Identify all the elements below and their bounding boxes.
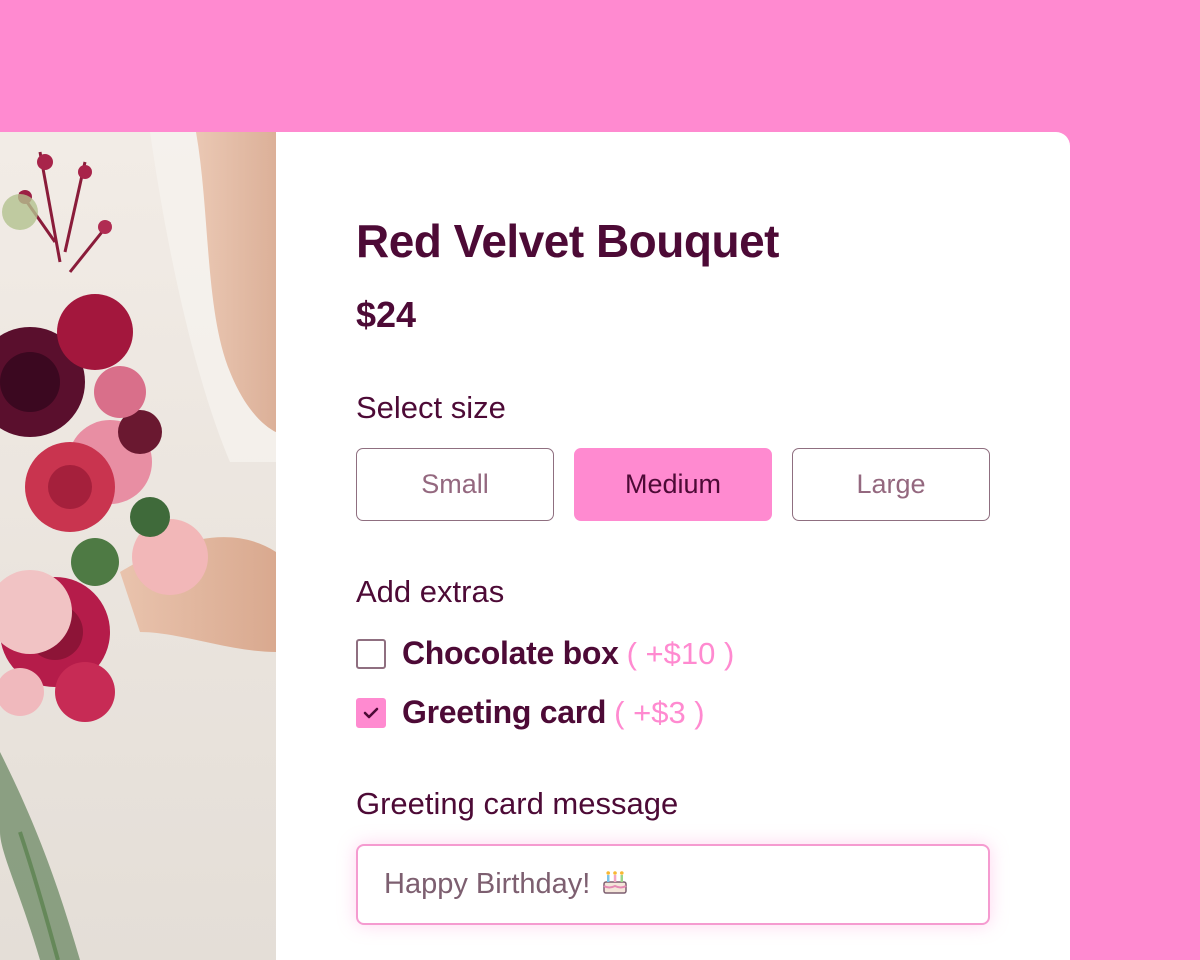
message-section-label: Greeting card message [356,786,679,821]
greeting-message-text: Happy Birthday! [384,868,591,900]
chocolate-box-label: Chocolate box [402,635,619,671]
size-option-small[interactable]: Small [356,448,554,521]
birthday-cake-icon [600,866,630,904]
checkmark-icon [363,707,379,718]
size-section-label: Select size [356,390,506,425]
size-option-medium[interactable]: Medium [574,448,772,521]
chocolate-box-checkbox[interactable] [356,638,386,669]
greeting-message-input[interactable]: Happy Birthday! [356,844,990,925]
product-card: Red Velvet Bouquet $24 Select size Small… [276,132,1070,960]
product-price: $24 [356,294,417,335]
size-option-large[interactable]: Large [792,448,990,521]
bouquet-illustration [0,132,276,960]
chocolate-box-price: ( +$10 ) [626,635,735,671]
greeting-card-checkbox[interactable] [356,697,386,728]
greeting-card-price: ( +$3 ) [614,694,705,730]
extras-section-label: Add extras [356,574,505,609]
size-options: Small Medium Large [356,448,990,521]
extra-greeting-card[interactable]: Greeting card ( +$3 ) [356,694,705,731]
product-title: Red Velvet Bouquet [356,215,779,267]
extra-chocolate-box[interactable]: Chocolate box ( +$10 ) [356,635,734,672]
bouquet-photo [0,132,276,960]
greeting-card-label: Greeting card [402,694,607,730]
